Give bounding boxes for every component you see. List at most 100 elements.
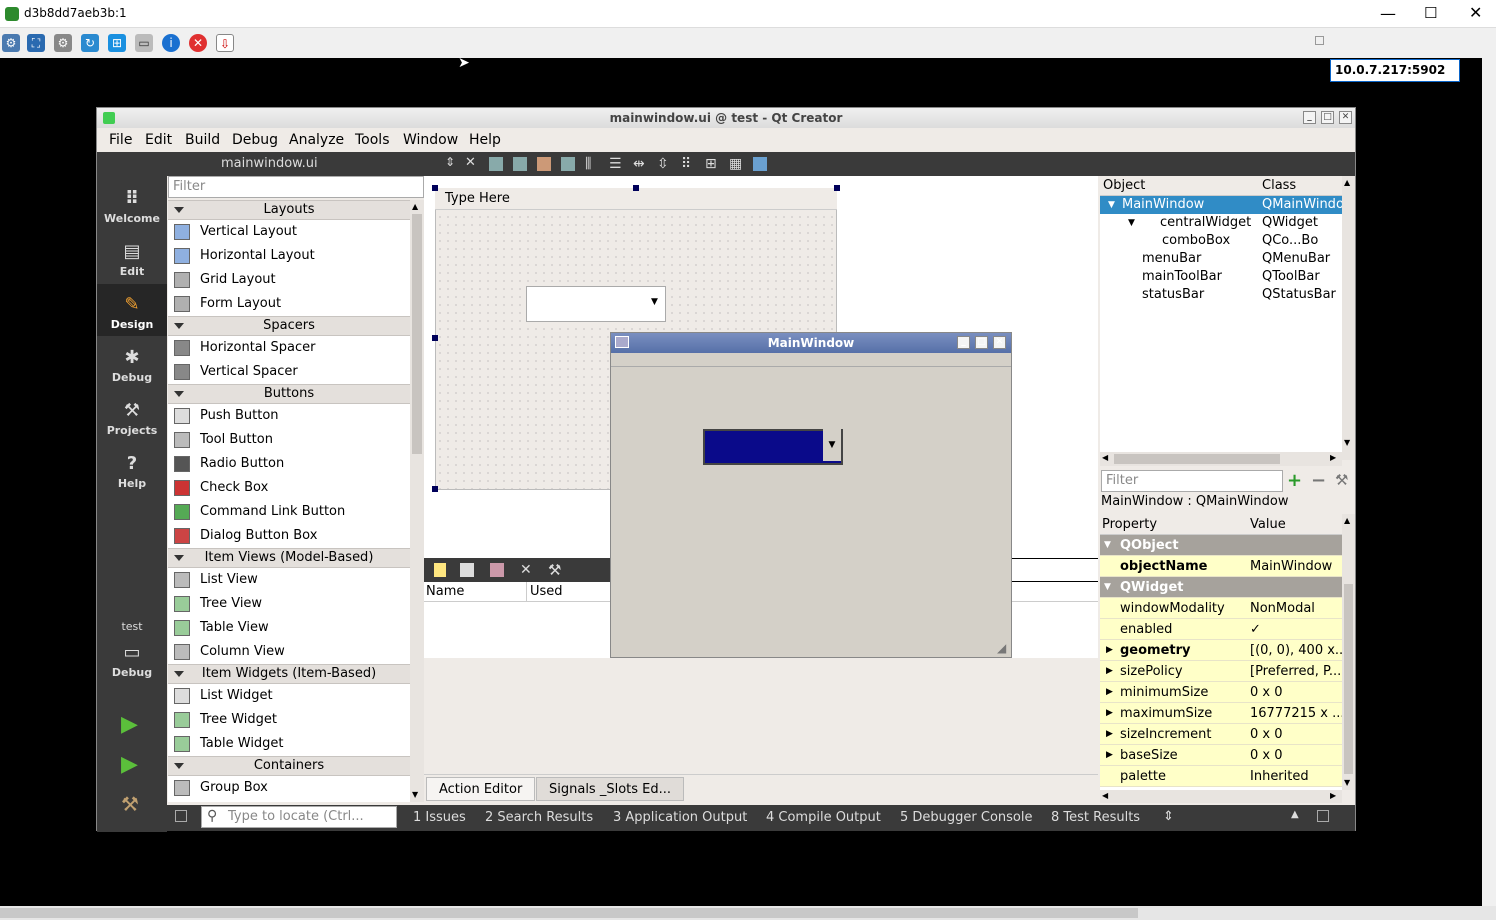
widget-item[interactable]: Group Box: [168, 776, 410, 800]
pane-issues[interactable]: 1 Issues: [413, 810, 466, 825]
expand-arrow-icon[interactable]: ▶: [1106, 703, 1113, 724]
menu-window[interactable]: Window: [403, 132, 458, 148]
resize-grip-icon[interactable]: ◢: [997, 641, 1006, 655]
maximize-icon[interactable]: ☐: [1424, 4, 1437, 22]
widget-item[interactable]: Table View: [168, 616, 410, 640]
form-menubar[interactable]: Type Here: [435, 188, 837, 210]
expand-arrow-icon[interactable]: ▼: [1104, 535, 1111, 556]
property-row[interactable]: QObject ▼: [1100, 535, 1342, 556]
pane-compile-output[interactable]: 4 Compile Output: [766, 810, 881, 825]
property-filter-input[interactable]: Filter: [1101, 470, 1283, 492]
property-value[interactable]: NonModal: [1250, 598, 1342, 619]
mode-projects[interactable]: ⚒ Projects: [97, 400, 167, 437]
break-layout-icon[interactable]: ▦: [729, 156, 742, 172]
remove-property-icon[interactable]: −: [1311, 470, 1326, 491]
property-row[interactable]: QWidget ▼: [1100, 577, 1342, 598]
action-settings-icon[interactable]: ⚒: [548, 561, 561, 579]
widget-item[interactable]: Dialog Button Box: [168, 524, 410, 548]
kit-selector[interactable]: ▭ Debug: [97, 642, 167, 679]
qt-minimize-icon[interactable]: _: [1303, 111, 1316, 124]
widget-item[interactable]: Tree Widget: [168, 708, 410, 732]
property-row[interactable]: windowModality NonModal: [1100, 598, 1342, 619]
widget-item[interactable]: Grid Layout: [168, 268, 410, 292]
edit-widgets-icon[interactable]: [489, 157, 503, 171]
scroll-right-icon[interactable]: ▶: [1330, 453, 1336, 462]
new-action-icon[interactable]: [434, 563, 446, 577]
tab-action-editor[interactable]: Action Editor: [426, 777, 536, 801]
file-switch-icon[interactable]: ⇕: [445, 155, 455, 169]
object-inspector-hscroll-bar[interactable]: ◀ ▶: [1100, 452, 1342, 466]
preview-maximize-icon[interactable]: □: [975, 336, 988, 349]
object-tree-row[interactable]: comboBox QCo...Bo: [1100, 232, 1342, 250]
property-vscroll[interactable]: ▲ ▼: [1342, 514, 1355, 790]
widget-item[interactable]: Form Layout: [168, 292, 410, 316]
scroll-left-icon[interactable]: ◀: [1102, 791, 1108, 800]
transfer-icon[interactable]: ⇩: [216, 34, 234, 52]
copy-action-icon[interactable]: [460, 563, 474, 577]
selection-handle[interactable]: [834, 185, 840, 191]
widget-item[interactable]: Column View: [168, 640, 410, 664]
edit-signals-icon[interactable]: [513, 157, 527, 171]
pane-search-results[interactable]: 2 Search Results: [485, 810, 593, 825]
splitter-vertical-icon[interactable]: ⇳: [657, 156, 669, 172]
widget-item[interactable]: Vertical Layout: [168, 220, 410, 244]
mode-design[interactable]: ✎ Design: [97, 284, 167, 336]
column-property[interactable]: Property: [1102, 514, 1157, 535]
type-here-placeholder[interactable]: Type Here: [445, 191, 510, 206]
property-row[interactable]: baseSize 0 x 0 ▶: [1100, 745, 1342, 766]
object-inspector-vscroll[interactable]: ▲ ▼: [1342, 176, 1355, 460]
property-value[interactable]: [Preferred, P...: [1250, 661, 1342, 682]
widget-box-scrollbar[interactable]: ▲ ▼: [410, 200, 424, 802]
connection-options-icon[interactable]: ⚙: [2, 34, 20, 52]
scroll-left-icon[interactable]: ◀: [1102, 453, 1108, 462]
pane-test-results[interactable]: 8 Test Results: [1051, 810, 1140, 825]
toggle-sidebar-icon[interactable]: [175, 810, 187, 822]
widget-category[interactable]: Buttons: [168, 384, 410, 404]
column-class[interactable]: Class: [1262, 178, 1296, 193]
object-tree-row[interactable]: ▼ MainWindow QMainWindo: [1100, 196, 1342, 214]
object-tree-row[interactable]: menuBar QMenuBar: [1100, 250, 1342, 268]
scroll-thumb[interactable]: [0, 908, 1138, 918]
layout-vertical-icon[interactable]: ☰: [609, 156, 622, 172]
pane-application-output[interactable]: 3 Application Output: [613, 810, 747, 825]
locator-input[interactable]: Type to locate (Ctrl...: [201, 806, 397, 828]
preview-close-icon[interactable]: ✕: [993, 336, 1006, 349]
widget-item[interactable]: Table Widget: [168, 732, 410, 756]
menu-help[interactable]: Help: [469, 132, 501, 148]
widget-category[interactable]: Spacers: [168, 316, 410, 336]
property-row[interactable]: maximumSize 16777215 x ... ▶: [1100, 703, 1342, 724]
property-value[interactable]: 16777215 x ...: [1250, 703, 1342, 724]
property-value[interactable]: 0 x 0: [1250, 724, 1342, 745]
pane-more-icon[interactable]: ⇕: [1163, 809, 1174, 824]
widget-category[interactable]: Item Views (Model-Based): [168, 548, 410, 568]
minimize-icon[interactable]: —: [1380, 4, 1396, 23]
property-row[interactable]: sizePolicy [Preferred, P... ▶: [1100, 661, 1342, 682]
widget-item[interactable]: Tree View: [168, 592, 410, 616]
widget-item[interactable]: Tool Button: [168, 428, 410, 452]
widget-item[interactable]: Push Button: [168, 404, 410, 428]
open-file-name[interactable]: mainwindow.ui: [221, 156, 318, 171]
selection-handle[interactable]: [633, 185, 639, 191]
property-hscroll[interactable]: ◀ ▶: [1100, 790, 1342, 803]
scroll-down-icon[interactable]: ▼: [1344, 438, 1350, 447]
property-settings-icon[interactable]: ⚒: [1335, 471, 1348, 489]
refresh-icon[interactable]: ↻: [81, 34, 99, 52]
menu-file[interactable]: File: [109, 132, 132, 148]
layout-form-icon[interactable]: ⠿: [681, 156, 691, 172]
edit-buddies-icon[interactable]: [537, 157, 551, 171]
scroll-down-icon[interactable]: ▼: [412, 790, 418, 799]
widget-item[interactable]: Radio Button: [168, 452, 410, 476]
object-tree-row[interactable]: ▼ centralWidget QWidget: [1100, 214, 1342, 232]
property-row[interactable]: geometry [(0, 0), 400 x... ▶: [1100, 640, 1342, 661]
pane-debugger-console[interactable]: 5 Debugger Console: [900, 810, 1033, 825]
property-value[interactable]: [(0, 0), 400 x...: [1250, 640, 1342, 661]
widget-item[interactable]: List Widget: [168, 684, 410, 708]
expand-arrow-icon[interactable]: ▶: [1106, 682, 1113, 703]
scroll-thumb[interactable]: [412, 214, 422, 454]
mode-welcome[interactable]: ⠿ Welcome: [97, 188, 167, 225]
column-value[interactable]: Value: [1250, 514, 1286, 535]
mode-debug[interactable]: ✱ Debug: [97, 347, 167, 384]
property-row[interactable]: objectName MainWindow: [1100, 556, 1342, 577]
object-tree-row[interactable]: mainToolBar QToolBar: [1100, 268, 1342, 286]
horizontal-scrollbar[interactable]: [0, 906, 1496, 920]
